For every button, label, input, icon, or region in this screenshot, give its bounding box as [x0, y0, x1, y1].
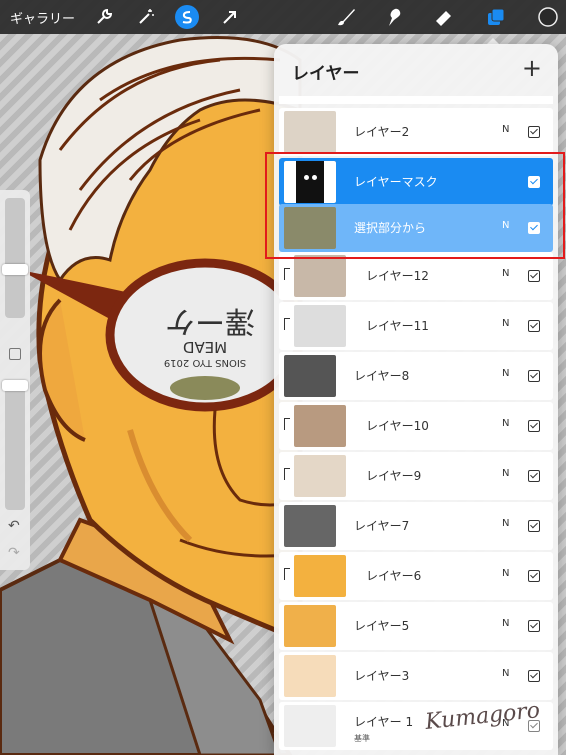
visibility-checkbox[interactable] — [528, 670, 540, 682]
layer-row[interactable]: レイヤー2 N — [279, 108, 553, 156]
layer-thumbnail[interactable] — [294, 255, 346, 297]
layer-name: レイヤー12 — [366, 269, 429, 283]
clipping-mask-indicator — [284, 418, 290, 430]
visibility-checkbox[interactable] — [528, 570, 540, 582]
highlight-box — [265, 152, 565, 259]
layers-panel: レイヤー + レイヤー2 N レイヤーマスク 選択部分から N レイヤー12 N レイヤー11… — [274, 44, 558, 755]
layers-icon[interactable] — [484, 5, 508, 29]
blend-mode-button[interactable]: N — [502, 518, 509, 529]
layer-thumbnail[interactable] — [284, 605, 336, 647]
layer-row[interactable]: レイヤー12 N — [279, 252, 553, 300]
lens-text-1: 澤ーケ — [165, 303, 255, 338]
visibility-checkbox[interactable] — [528, 470, 540, 482]
blend-mode-button[interactable]: N — [502, 124, 509, 135]
layer-row[interactable]: レイヤー7 N — [279, 502, 553, 550]
clipping-mask-indicator — [284, 468, 290, 480]
visibility-checkbox[interactable] — [528, 270, 540, 282]
blend-mode-button[interactable]: N — [502, 418, 509, 429]
layer-name: レイヤー9 — [366, 469, 422, 483]
brush-size-thumb[interactable] — [2, 264, 28, 276]
brush-icon[interactable] — [334, 5, 358, 29]
layer-thumbnail[interactable] — [294, 305, 346, 347]
layer-name: レイヤー11 — [366, 319, 429, 333]
layer-row[interactable]: レイヤー10 N — [279, 402, 553, 450]
top-toolbar: ギャラリー — [0, 0, 566, 34]
layer-name: レイヤー2 — [354, 125, 410, 139]
color-icon[interactable] — [536, 5, 560, 29]
selection-icon[interactable] — [175, 5, 199, 29]
layer-row[interactable]: レイヤー8 N — [279, 352, 553, 400]
layer-name: レイヤー7 — [354, 519, 410, 533]
modify-button[interactable] — [9, 348, 21, 360]
blend-mode-button[interactable]: N — [502, 318, 509, 329]
layer-name: レイヤー5 — [354, 619, 410, 633]
blend-mode-button[interactable]: N — [502, 668, 509, 679]
clipping-mask-indicator — [284, 568, 290, 580]
layer-name: レイヤー3 — [354, 669, 410, 683]
smudge-icon[interactable] — [382, 5, 406, 29]
layer-thumbnail[interactable] — [284, 111, 336, 153]
add-layer-button[interactable]: + — [522, 54, 542, 82]
layer-thumbnail[interactable] — [294, 405, 346, 447]
magic-wand-icon[interactable] — [134, 5, 158, 29]
lens-text-3: SIONS TYO 2019 — [164, 357, 246, 368]
clipping-mask-indicator — [284, 268, 290, 280]
visibility-checkbox[interactable] — [528, 126, 540, 138]
layer-row[interactable]: レイヤー11 N — [279, 302, 553, 350]
layer-name: レイヤー 1 — [354, 715, 414, 729]
blend-mode-button[interactable]: N — [502, 368, 509, 379]
layer-row[interactable]: レイヤー3 N — [279, 652, 553, 700]
layer-sublabel: 基準 — [354, 734, 370, 743]
left-sidebar: ↶ ↷ — [0, 190, 30, 570]
brush-size-slider[interactable] — [5, 198, 25, 318]
undo-icon[interactable]: ↶ — [8, 518, 20, 534]
visibility-checkbox[interactable] — [528, 370, 540, 382]
layer-name: レイヤー8 — [354, 369, 410, 383]
clipping-mask-indicator — [284, 318, 290, 330]
eraser-icon[interactable] — [432, 5, 456, 29]
layer-thumbnail[interactable] — [284, 705, 336, 747]
panel-title: レイヤー — [292, 64, 360, 84]
layer-row-partial — [279, 96, 553, 104]
blend-mode-button[interactable]: N — [502, 268, 509, 279]
wrench-icon[interactable] — [92, 5, 116, 29]
layer-thumbnail[interactable] — [284, 505, 336, 547]
layer-row[interactable]: レイヤー5 N — [279, 602, 553, 650]
visibility-checkbox[interactable] — [528, 520, 540, 532]
opacity-thumb[interactable] — [2, 380, 28, 392]
gallery-button[interactable]: ギャラリー — [10, 8, 75, 27]
layer-row[interactable]: レイヤー6 N — [279, 552, 553, 600]
lens-text-2: MEAD — [183, 338, 227, 356]
blend-mode-button[interactable]: N — [502, 468, 509, 479]
opacity-slider[interactable] — [5, 380, 25, 510]
layer-thumbnail[interactable] — [294, 555, 346, 597]
layer-row[interactable]: レイヤー9 N — [279, 452, 553, 500]
layer-thumbnail[interactable] — [284, 655, 336, 697]
blend-mode-button[interactable]: N — [502, 568, 509, 579]
visibility-checkbox[interactable] — [528, 620, 540, 632]
layer-thumbnail[interactable] — [284, 355, 336, 397]
redo-icon[interactable]: ↷ — [8, 545, 20, 561]
visibility-checkbox[interactable] — [528, 420, 540, 432]
layer-thumbnail[interactable] — [294, 455, 346, 497]
visibility-checkbox[interactable] — [528, 320, 540, 332]
transform-arrow-icon[interactable] — [218, 5, 242, 29]
layer-name: レイヤー10 — [366, 419, 429, 433]
layer-name: レイヤー6 — [366, 569, 422, 583]
blend-mode-button[interactable]: N — [502, 618, 509, 629]
